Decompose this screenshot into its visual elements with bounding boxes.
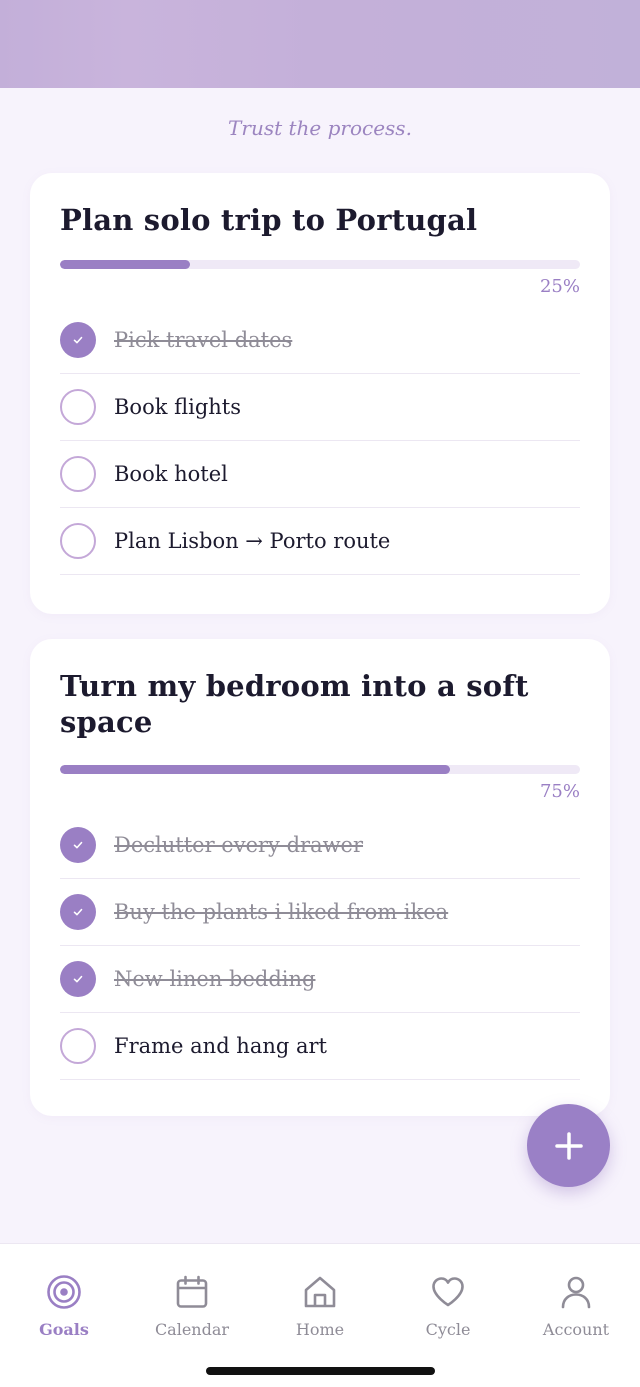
person-icon [561,1276,591,1309]
task-label: Plan Lisbon → Porto route [114,529,391,553]
goal-progress-percent: 25% [539,276,580,297]
task-checkbox[interactable] [60,894,96,930]
plus-icon [554,1131,583,1160]
task-checkbox[interactable] [60,322,96,358]
motivational-quote: Trust the process. [228,116,412,140]
goal-card[interactable]: Turn my bedroom into a soft space 75% De… [30,639,610,1116]
heart-icon [432,1277,464,1307]
tab-calendar[interactable]: Calendar [128,1274,256,1344]
task-label: Book flights [114,395,242,419]
task-item[interactable]: Buy the plants i liked from ikea [60,879,580,946]
check-icon [73,975,83,983]
tab-label: Goals [39,1320,89,1339]
tab-label: Calendar [154,1320,230,1339]
task-item[interactable]: Book flights [60,374,580,441]
check-icon [73,336,83,344]
calendar-icon [176,1275,208,1308]
tab-cycle[interactable]: Cycle [384,1274,512,1344]
task-label: Declutter every drawer [114,833,364,857]
goal-progress-bar [60,765,580,774]
task-checkbox[interactable] [60,961,96,997]
goal-card[interactable]: Plan solo trip to Portugal 25% Pick trav… [30,173,610,614]
tab-account[interactable]: Account [512,1274,640,1344]
tab-home[interactable]: Home [256,1274,384,1344]
task-list: Declutter every drawer Buy the plants i … [60,812,580,1080]
task-item[interactable]: Pick travel dates [60,307,580,374]
goal-progress-fill [60,260,190,269]
check-icon [73,908,83,916]
add-goal-button[interactable] [527,1104,610,1187]
task-item[interactable]: Book hotel [60,441,580,508]
tab-label: Account [542,1320,610,1339]
task-checkbox[interactable] [60,523,96,559]
task-item[interactable]: Declutter every drawer [60,812,580,879]
goal-title: Turn my bedroom into a soft space [60,669,529,739]
task-checkbox[interactable] [60,1028,96,1064]
tab-label: Home [295,1320,345,1339]
bottom-tab-bar: Goals Calendar Home Cycle Account [0,1243,640,1387]
home-indicator [206,1367,435,1375]
goals-screen: Trust the process. Plan solo trip to Por… [0,0,640,1387]
goal-progress-bar [60,260,580,269]
tab-label: Cycle [425,1320,471,1339]
task-list: Pick travel dates Book flights Book hote… [60,307,580,575]
task-item[interactable]: New linen bedding [60,946,580,1013]
header-banner [0,0,640,88]
task-checkbox[interactable] [60,827,96,863]
task-label: Pick travel dates [114,328,293,352]
task-checkbox[interactable] [60,389,96,425]
goal-title: Plan solo trip to Portugal [60,203,478,237]
tab-goals[interactable]: Goals [0,1274,128,1344]
goal-progress-fill [60,765,450,774]
goal-progress-percent: 75% [539,781,580,802]
task-checkbox[interactable] [60,456,96,492]
task-label: Buy the plants i liked from ikea [114,900,449,924]
home-icon [304,1276,336,1308]
task-label: Frame and hang art [114,1034,327,1058]
task-label: New linen bedding [114,967,316,991]
task-item[interactable]: Frame and hang art [60,1013,580,1080]
task-item[interactable]: Plan Lisbon → Porto route [60,508,580,575]
check-icon [73,841,83,849]
task-label: Book hotel [114,462,228,486]
target-icon [47,1275,81,1309]
